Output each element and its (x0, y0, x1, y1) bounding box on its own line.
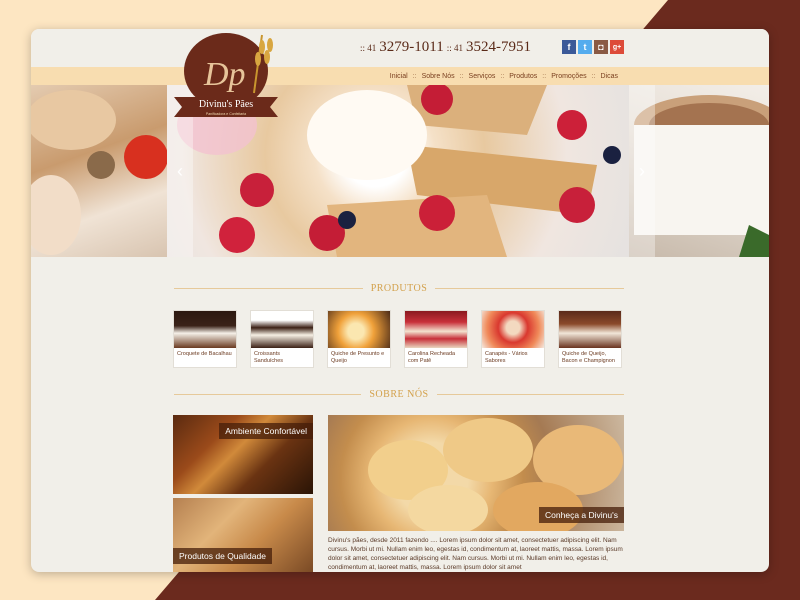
about-paragraph: Divinu's pães, desde 2011 fazendo .... L… (328, 537, 623, 571)
product-card[interactable]: Croquete de Bacalhau (173, 310, 237, 368)
logo[interactable]: Dp Divinu's Pães Panificadora e Confeita… (174, 33, 294, 133)
product-caption: Quiche de Presunto e Queijo (331, 351, 385, 364)
products-section-title: PRODUTOS (174, 281, 625, 295)
instagram-icon[interactable]: ◘ (594, 40, 608, 54)
divider (436, 393, 624, 395)
twitter-icon[interactable]: t (578, 40, 592, 54)
facebook-icon[interactable]: f (562, 40, 576, 54)
divider (435, 287, 625, 289)
slider-next-button[interactable]: › (629, 85, 655, 257)
chicken-dish-image (31, 90, 168, 255)
product-image (559, 311, 621, 348)
slide-image-next: › (629, 85, 769, 257)
product-card[interactable]: Quiche de Queijo, Bacon e Champignon (558, 310, 622, 368)
product-caption: Canapés - Vários Sabores (485, 351, 528, 364)
logo-tagline: Panificadora e Confeitaria (205, 112, 247, 116)
nav-item-produtos[interactable]: Produtos (505, 73, 541, 80)
google-plus-icon[interactable]: g+ (610, 40, 624, 54)
product-card[interactable]: Quiche de Presunto e Queijo (327, 310, 391, 368)
phone-numbers: :: 41 3279-1011 :: 41 3524-7951 (360, 39, 531, 56)
nav-bar: Inicial :: Sobre Nós :: Serviços :: Prod… (31, 67, 769, 85)
ambiente-image[interactable]: Ambiente Confortável (173, 415, 313, 494)
about-section-title: SOBRE NÓS (174, 387, 624, 401)
logo-name: Divinu's Pães (198, 99, 254, 110)
divider (174, 393, 362, 395)
phone-number-2: 3524-7951 (465, 39, 531, 55)
nav-item-sobre-nos[interactable]: Sobre Nós (418, 73, 459, 80)
nav-item-inicial[interactable]: Inicial (386, 73, 412, 80)
phone-number-1: 3279-1011 (379, 39, 444, 55)
phone-prefix-1: :: 41 (360, 43, 377, 53)
divider (174, 287, 363, 289)
product-card[interactable]: Croissants Sanduíches (250, 310, 314, 368)
product-card[interactable]: Canapés - Vários Sabores (481, 310, 545, 368)
hero-slider: ‹ › (31, 85, 769, 257)
qualidade-image[interactable]: Produtos de Qualidade (173, 498, 313, 572)
phone-prefix-2: :: 41 (446, 43, 463, 53)
logo-emblem: Dp (174, 33, 278, 117)
social-links: f t ◘ g+ (562, 40, 624, 54)
product-caption: Carolina Recheada com Patê (408, 351, 456, 364)
browser-frame: :: 41 3279-1011 :: 41 3524-7951 f t ◘ g+… (31, 29, 769, 572)
conheca-label[interactable]: Conheça a Divinu's (539, 507, 624, 523)
product-image (328, 311, 390, 348)
product-card[interactable]: Carolina Recheada com Patê (404, 310, 468, 368)
bread-basket-image[interactable]: Conheça a Divinu's (328, 415, 624, 531)
product-image (482, 311, 544, 348)
slide-image-previous (31, 85, 168, 257)
ambiente-label: Ambiente Confortável (219, 423, 313, 439)
product-image (405, 311, 467, 348)
product-image (174, 311, 236, 348)
products-list: Croquete de Bacalhau Croissants Sanduích… (173, 310, 622, 368)
qualidade-label: Produtos de Qualidade (173, 548, 272, 564)
products-heading: PRODUTOS (370, 282, 428, 294)
product-caption: Croquete de Bacalhau (177, 351, 232, 357)
logo-monogram: Dp (203, 56, 246, 93)
main-nav: Inicial :: Sobre Nós :: Serviços :: Prod… (386, 67, 622, 85)
nav-item-dicas[interactable]: Dicas (596, 73, 622, 80)
nav-item-promocoes[interactable]: Promoções (547, 73, 590, 80)
product-caption: Croissants Sanduíches (254, 351, 284, 364)
product-image (251, 311, 313, 348)
nav-item-servicos[interactable]: Serviços (465, 73, 500, 80)
about-heading: SOBRE NÓS (369, 388, 429, 400)
product-caption: Quiche de Queijo, Bacon e Champignon (562, 351, 615, 364)
